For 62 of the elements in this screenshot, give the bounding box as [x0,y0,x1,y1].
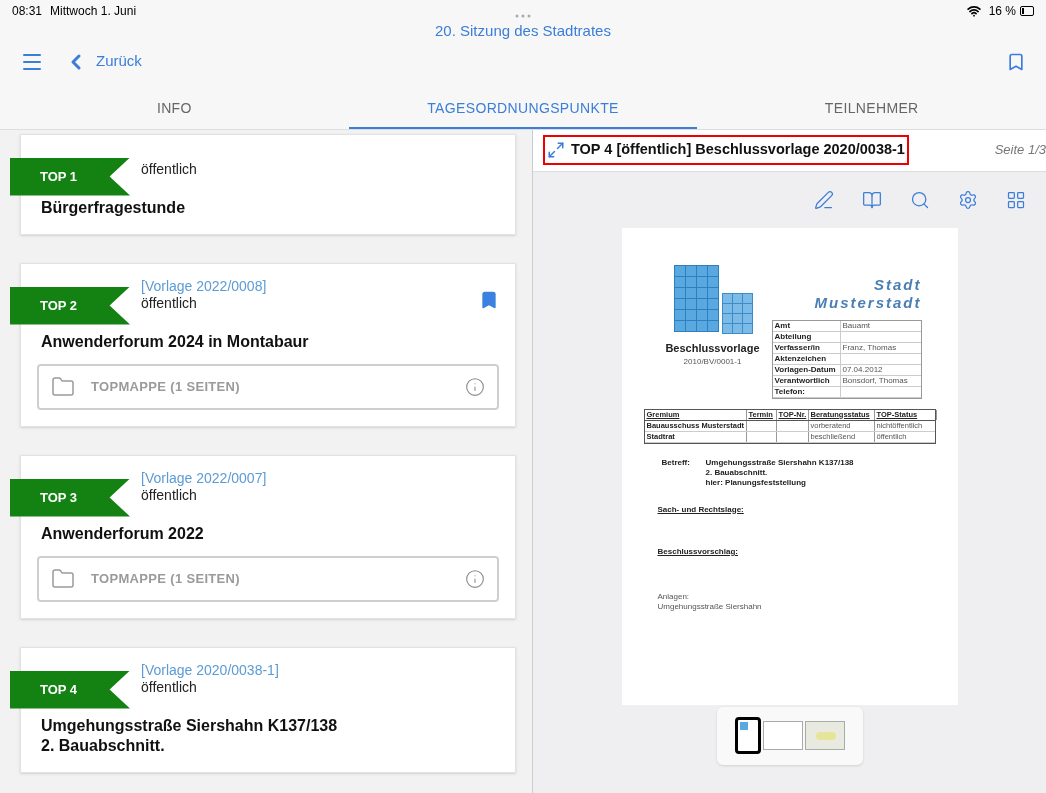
folder-icon [51,566,75,591]
meta-label: Verfasser/in [772,342,841,353]
section-heading: Beschlussvorschlag: [657,545,738,558]
expand-icon[interactable] [547,141,565,159]
meta-value: Bauamt [841,320,872,331]
agenda-title: Umgehungsstraße Siershahn K137/138 2. Bauabschnitt. [40,715,339,756]
city-name: Stadt Musterstadt [814,275,922,312]
info-icon[interactable] [465,376,485,397]
folder-row[interactable]: TOPMAPPE (1 SEITEN) [37,555,499,602]
back-button[interactable]: Zurück [64,49,142,74]
search-icon[interactable] [910,189,930,210]
bookmark-icon[interactable] [479,289,499,310]
vorlage-link[interactable]: [Vorlage 2022/0007] [141,469,499,487]
clock-time: 08:31 [12,3,43,20]
meta-label: Verantwortlich [772,375,841,386]
doc-number: 2010/BV/0001-1 [683,356,742,368]
document-title: TOP 4 [öffentlich] Beschlussvorlage 2020/0038-1 [571,140,905,160]
folder-label: TOPMAPPE (1 SEITEN) [91,377,241,396]
agenda-title: Anwenderforum 2022 [40,523,205,544]
settings-icon[interactable] [958,189,978,210]
tab[interactable]: TAGESORDNUNGSPUNKTE [348,90,698,129]
vorlage-link[interactable]: [Vorlage 2020/0038-1] [141,661,499,679]
status-text: öffentlich [141,160,198,178]
section-heading: Sach- und Rechtslage: [657,503,744,516]
vorlage-link[interactable]: [Vorlage 2022/0008] [141,277,479,295]
status-text: öffentlich [141,486,198,504]
meta-value: Franz, Thomas [841,342,898,353]
meta-label: Aktenzeichen [772,353,841,364]
folder-row[interactable]: TOPMAPPE (1 SEITEN) [37,363,499,410]
meta-label: Amt [772,320,841,331]
meta-label: Abteilung [772,331,841,342]
pen-icon[interactable] [814,189,834,210]
agenda-title: Anwenderforum 2024 in Montabaur [40,331,310,352]
meta-label: Vorlagen-Datum [772,364,841,375]
battery-icon [1020,6,1034,16]
meta-value: Bonsdorf, Thomas [841,375,909,386]
status-text: öffentlich [141,294,198,312]
more-dots-icon[interactable] [515,14,531,18]
status-text: öffentlich [141,678,198,696]
date-text: Mittwoch 1. Juni [50,3,137,20]
page-thumbnail[interactable] [804,721,845,750]
agenda-title: Bürgerfragestunde [40,197,187,218]
attachments-text: Anlagen: Umgehungsstraße Siershahn [657,591,762,612]
subject-label: Betreff: [661,457,691,469]
page-indicator: Seite 1/3 [994,141,1046,160]
meeting-title: 20. Sitzung des Stadtrates [435,21,611,41]
meta-label: Telefon: [772,386,841,397]
grid-icon[interactable] [1006,189,1026,210]
subject-text: Umgehungsstraße Siershahn K137/138 2. Bauabschnitt. hier: Planungsfeststellung [705,457,854,488]
page-thumbnail[interactable] [762,721,803,750]
page-thumbnail[interactable] [734,717,761,754]
info-icon[interactable] [465,568,485,589]
book-icon[interactable] [862,189,882,210]
folder-label: TOPMAPPE (1 SEITEN) [91,569,241,588]
tab[interactable]: INFO [0,90,349,129]
folder-icon [51,374,75,399]
bookmark-icon[interactable] [1006,51,1026,72]
doc-type: Beschlussvorlage [665,340,760,356]
wifi-icon [966,4,981,18]
meta-value: 07.04.2012 [841,364,884,375]
battery-percent: 16 % [988,3,1016,20]
tab[interactable]: TEILNEHMER [697,90,1046,129]
